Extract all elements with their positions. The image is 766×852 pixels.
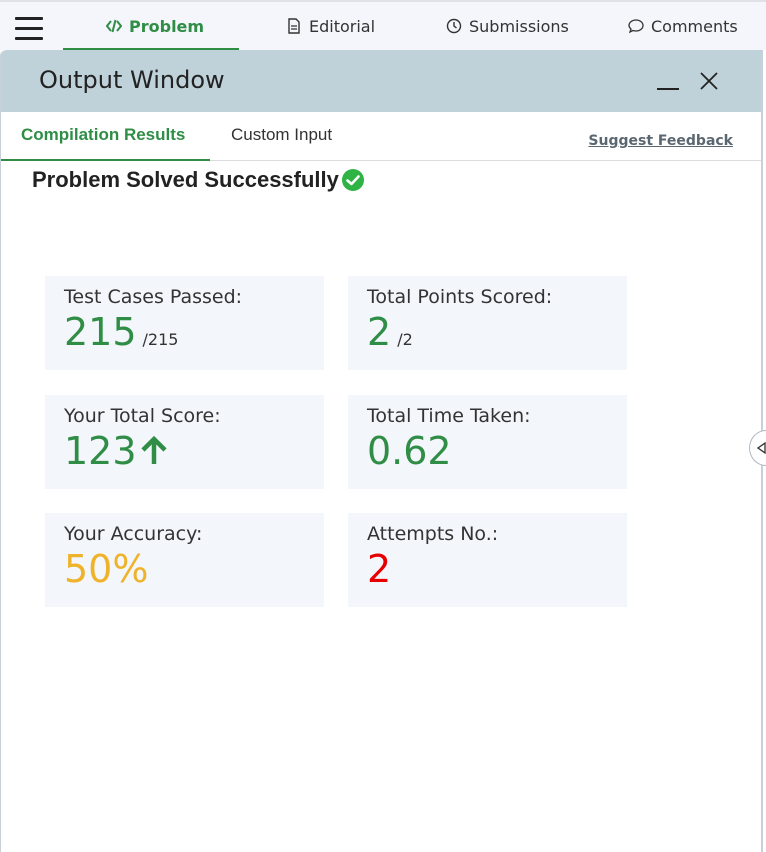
status-text: Problem Solved Successfully bbox=[32, 167, 339, 192]
points-scored: 2 bbox=[367, 310, 392, 354]
card-test-cases: Test Cases Passed: 215 /215 bbox=[45, 276, 324, 370]
score-label: Your Total Score: bbox=[64, 405, 221, 427]
comment-icon bbox=[628, 19, 644, 34]
tab-problem[interactable]: Problem bbox=[106, 2, 204, 50]
test-cases-total: /215 bbox=[142, 330, 179, 349]
minimize-button[interactable] bbox=[657, 88, 679, 90]
card-score: Your Total Score: 123 bbox=[45, 395, 324, 489]
tab-submissions[interactable]: Submissions bbox=[446, 2, 569, 50]
test-cases-passed: 215 bbox=[64, 310, 137, 354]
output-window-header: Output Window bbox=[1, 50, 761, 112]
tab-custom-input[interactable]: Custom Input bbox=[231, 125, 332, 145]
check-circle-icon bbox=[341, 169, 364, 191]
tab-comments-label: Comments bbox=[651, 16, 738, 36]
total-score: 123 bbox=[64, 429, 137, 473]
caret-left-icon bbox=[756, 442, 766, 454]
attempts-count: 2 bbox=[367, 547, 392, 591]
top-navigation: Problem Editorial Submissions Comments bbox=[0, 0, 766, 50]
document-icon bbox=[288, 18, 300, 34]
score-value: 123 bbox=[64, 429, 324, 473]
menu-icon[interactable] bbox=[15, 17, 43, 41]
accuracy-label: Your Accuracy: bbox=[64, 523, 203, 545]
tab-problem-label: Problem bbox=[129, 16, 205, 36]
tab-editorial-label: Editorial bbox=[309, 16, 376, 36]
arrow-up-icon bbox=[140, 435, 167, 464]
compilation-tab-indicator bbox=[1, 159, 210, 161]
points-label: Total Points Scored: bbox=[367, 286, 553, 308]
tab-submissions-label: Submissions bbox=[469, 16, 569, 36]
card-time: Total Time Taken: 0.62 bbox=[348, 395, 627, 489]
code-icon bbox=[106, 19, 122, 33]
card-points: Total Points Scored: 2 /2 bbox=[348, 276, 627, 370]
time-value: 0.62 bbox=[367, 429, 627, 473]
time-taken: 0.62 bbox=[367, 429, 452, 473]
accuracy-percent: 50% bbox=[64, 547, 149, 591]
attempts-value: 2 bbox=[367, 547, 627, 591]
time-label: Total Time Taken: bbox=[367, 405, 531, 427]
output-window-title: Output Window bbox=[39, 66, 225, 94]
tab-compilation-results[interactable]: Compilation Results bbox=[21, 125, 185, 145]
accuracy-value: 50% bbox=[64, 547, 324, 591]
test-cases-label: Test Cases Passed: bbox=[64, 286, 243, 308]
suggest-feedback-link[interactable]: Suggest Feedback bbox=[588, 133, 733, 149]
close-icon[interactable] bbox=[698, 70, 720, 92]
points-value: 2 /2 bbox=[367, 310, 627, 354]
status-message: Problem Solved Successfully bbox=[32, 167, 365, 193]
test-cases-value: 215 /215 bbox=[64, 310, 324, 354]
card-accuracy: Your Accuracy: 50% bbox=[45, 513, 324, 607]
points-total: /2 bbox=[397, 330, 413, 349]
clock-icon bbox=[446, 18, 462, 34]
tab-editorial[interactable]: Editorial bbox=[286, 2, 375, 50]
tab-comments[interactable]: Comments bbox=[628, 2, 738, 50]
card-attempts: Attempts No.: 2 bbox=[348, 513, 627, 607]
attempts-label: Attempts No.: bbox=[367, 523, 499, 545]
